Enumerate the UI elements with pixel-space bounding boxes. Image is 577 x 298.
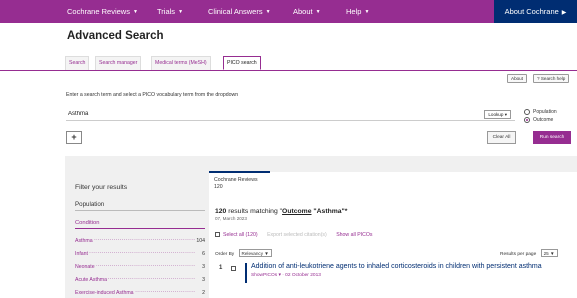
- radio-button-selected[interactable]: [524, 117, 530, 123]
- filter-panel: Filter your results Population Condition…: [66, 156, 206, 298]
- radio-outcome[interactable]: Outcome: [524, 116, 557, 124]
- results-per-page-control: Results per page 25 ▼: [500, 249, 558, 257]
- result-number: 1: [219, 265, 223, 271]
- per-page-value: 25: [543, 251, 549, 256]
- radio-label: Outcome: [533, 117, 554, 123]
- pico-radio-group: Population Outcome: [524, 108, 557, 124]
- about-cochrane-label: About Cochrane: [504, 7, 559, 16]
- tabs-divider: [0, 70, 577, 71]
- radio-button[interactable]: [524, 109, 530, 115]
- results-term: "Asthma"*: [313, 208, 348, 215]
- per-page-dropdown[interactable]: 25 ▼: [540, 249, 558, 257]
- show-all-picos-link[interactable]: Show all PICOs: [336, 232, 372, 238]
- top-navigation: Cochrane Reviews ▼ Trials ▼ Clinical Answe…: [0, 0, 577, 23]
- nav-label: Cochrane Reviews: [67, 7, 130, 16]
- radio-population[interactable]: Population: [524, 108, 557, 116]
- search-help-button[interactable]: ? Search help: [533, 74, 570, 83]
- about-button[interactable]: About: [507, 74, 528, 83]
- caret-down-icon: ▼: [550, 251, 555, 256]
- order-by-control: Order By Relevancy ▼: [215, 249, 272, 257]
- nav-about[interactable]: About ▼: [293, 0, 321, 23]
- page-title: Advanced Search: [67, 30, 164, 42]
- add-row-button[interactable]: +: [66, 131, 82, 144]
- condition-count: 2: [201, 287, 205, 298]
- caret-down-icon: ▼: [315, 9, 321, 15]
- search-row: Lookup ▾: [66, 107, 515, 121]
- condition-count: 104: [195, 235, 205, 248]
- show-picos-link[interactable]: ShowPICOs: [251, 273, 277, 278]
- nav-label: Clinical Answers: [208, 7, 263, 16]
- order-by-dropdown[interactable]: Relevancy ▼: [238, 249, 272, 257]
- nav-clinical-answers[interactable]: Clinical Answers ▼: [208, 0, 271, 23]
- condition-list: ........................................…: [75, 235, 205, 298]
- condition-label: Asthma: [75, 235, 94, 248]
- condition-filter-item[interactable]: ........................................…: [75, 235, 205, 248]
- caret-down-icon: ▾: [278, 273, 281, 278]
- tab-search[interactable]: Search: [65, 56, 90, 70]
- nav-cochrane-reviews[interactable]: Cochrane Reviews ▼: [67, 0, 138, 23]
- run-search-button[interactable]: Run search: [533, 131, 571, 144]
- results-date: 07, March 2023: [215, 216, 247, 221]
- results-tab-label: Cochrane Reviews: [214, 177, 258, 183]
- caret-down-icon: ▼: [264, 251, 269, 256]
- per-page-label: Results per page: [500, 252, 537, 257]
- condition-count: 3: [201, 261, 205, 274]
- caret-down-icon: ▼: [364, 9, 370, 15]
- filter-title: Filter your results: [75, 184, 128, 191]
- result-title-link[interactable]: Addition of anti-leukotriene agents to i…: [251, 263, 542, 270]
- lookup-label: Lookup: [488, 112, 504, 117]
- condition-label: Acute Asthma: [75, 274, 109, 287]
- condition-heading[interactable]: Condition: [75, 220, 205, 229]
- nav-help[interactable]: Help ▼: [346, 0, 369, 23]
- result-checkbox[interactable]: [231, 266, 236, 271]
- results-count: 120: [215, 208, 227, 215]
- condition-count: 3: [201, 274, 205, 287]
- leader-dots: ........................................…: [75, 249, 195, 255]
- condition-filter-item[interactable]: ........................................…: [75, 248, 205, 261]
- radio-label: Population: [533, 109, 557, 115]
- condition-label: Neonate: [75, 261, 96, 274]
- caret-down-icon: ▼: [178, 9, 184, 15]
- caret-down-icon: ▼: [265, 9, 271, 15]
- condition-filter-item[interactable]: ........................................…: [75, 287, 205, 298]
- lookup-dropdown[interactable]: Lookup ▾: [484, 110, 511, 119]
- condition-filter-item[interactable]: ........................................…: [75, 274, 205, 287]
- caret-down-icon: ▾: [504, 112, 507, 117]
- nav-label: About: [293, 7, 313, 16]
- condition-label: Infant: [75, 248, 89, 261]
- result-meta: ShowPICOs ▾ · 02 October 2013: [251, 273, 321, 278]
- tab-cochrane-reviews[interactable]: Cochrane Reviews 120: [209, 171, 270, 195]
- export-selected-link[interactable]: Export selected citation(s): [267, 232, 327, 238]
- select-all-link[interactable]: Select all (120): [223, 232, 258, 238]
- order-by-value: Relevancy: [241, 251, 263, 256]
- results-tab-count: 120: [214, 184, 223, 190]
- nav-label: Help: [346, 7, 362, 16]
- search-input[interactable]: [66, 107, 476, 120]
- caret-down-icon: ▼: [132, 9, 138, 15]
- nav-trials[interactable]: Trials ▼: [157, 0, 183, 23]
- condition-label: Exercise-induced Asthma: [75, 287, 135, 298]
- nav-label: Trials: [157, 7, 176, 16]
- condition-count: 6: [201, 248, 205, 261]
- selection-row: Select all (120) Export selected citatio…: [215, 232, 373, 238]
- tab-medical-terms[interactable]: Medical terms (MeSH): [151, 56, 211, 70]
- clear-all-button[interactable]: Clear All: [487, 131, 516, 144]
- condition-filter-item[interactable]: ........................................…: [75, 261, 205, 274]
- result-date: 02 October 2013: [285, 273, 321, 278]
- results-matching-text: results matching: [228, 208, 278, 215]
- order-by-label: Order By: [215, 252, 235, 257]
- population-heading[interactable]: Population: [75, 201, 205, 211]
- results-summary: 120 results matching "Outcome "Asthma"*: [215, 208, 348, 215]
- results-field: Outcome: [282, 208, 312, 215]
- about-cochrane-button[interactable]: About Cochrane ▶: [494, 0, 577, 23]
- select-all-checkbox[interactable]: [215, 232, 220, 238]
- search-instructions: Enter a search term and select a PICO vo…: [66, 92, 239, 98]
- chevron-right-icon: ▶: [561, 10, 567, 16]
- tab-pico-search[interactable]: PICO search: [223, 56, 261, 70]
- result-accent-bar: [245, 263, 247, 283]
- tab-search-manager[interactable]: Search manager: [95, 56, 142, 70]
